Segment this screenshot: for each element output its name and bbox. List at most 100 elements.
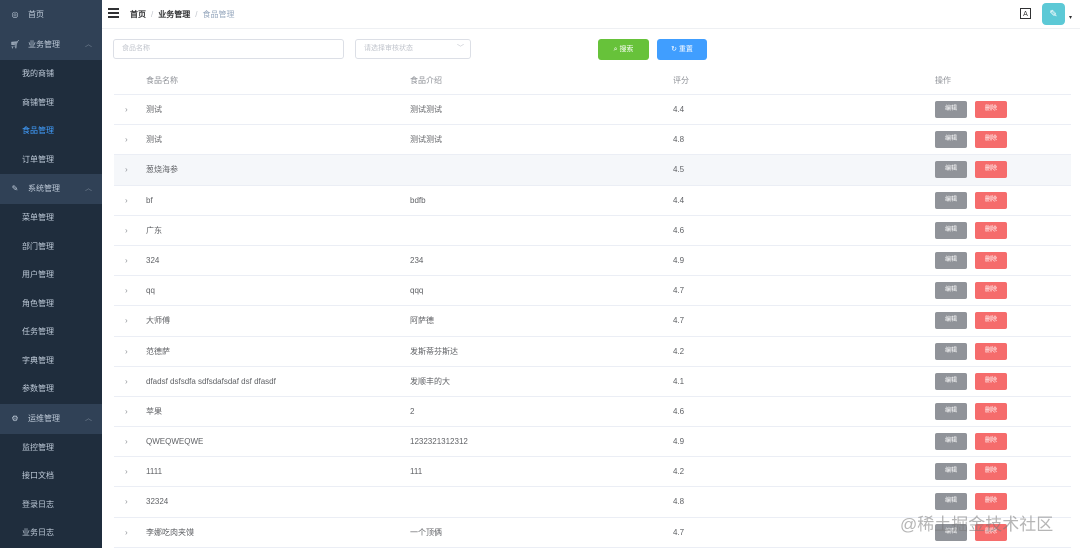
table-row: › 1111 111 4.2 编辑 删除 (114, 457, 1071, 488)
table-row: › 大师傅 阿萨德 4.7 编辑 删除 (114, 306, 1071, 337)
score-cell: 4.9 (673, 437, 685, 447)
food-intro-cell: 阿萨德 (410, 316, 434, 326)
delete-button[interactable]: 删除 (975, 282, 1007, 300)
expand-icon[interactable]: › (125, 397, 128, 426)
sidebar-item-food-management[interactable]: 食品管理 (0, 117, 102, 146)
score-cell: 4.4 (673, 195, 685, 205)
delete-button[interactable]: 删除 (975, 312, 1007, 330)
audit-status-select[interactable]: 请选择审核状态 ﹀ (355, 39, 471, 59)
edit-button[interactable]: 编辑 (935, 282, 967, 300)
reset-button[interactable]: ↻ 重置 (657, 39, 707, 60)
food-name-cell: 1111 (146, 467, 163, 477)
edit-button[interactable]: 编辑 (935, 372, 967, 390)
sidebar-item-shop-management[interactable]: 商铺管理 (0, 88, 102, 117)
delete-button[interactable]: 删除 (975, 131, 1007, 149)
expand-icon[interactable]: › (125, 276, 128, 305)
food-name-cell: 测试 (146, 105, 162, 114)
language-icon[interactable]: A (1020, 8, 1031, 19)
navbar: 首页 / 业务管理 / 食品管理 A ✎ ▾ (102, 0, 1080, 29)
edit-button[interactable]: 编辑 (935, 101, 967, 118)
watermark: @稀土掘金技术社区 (900, 515, 1054, 534)
delete-button[interactable]: 删除 (975, 342, 1007, 360)
food-intro-cell: 测试测试 (410, 135, 442, 145)
table-row: › 葱烧海参 4.5 编辑 删除 (114, 155, 1071, 186)
food-name-input[interactable]: 食品名称 (113, 39, 344, 59)
breadcrumb-item[interactable]: 首页 (130, 10, 146, 19)
edit-button[interactable]: 编辑 (935, 312, 967, 330)
edit-button[interactable]: 编辑 (935, 493, 967, 511)
table-row: › 324 234 4.9 编辑 删除 (114, 246, 1071, 277)
sidebar-item-task[interactable]: 任务管理 (0, 318, 102, 347)
table-row: › bf bdfb 4.4 编辑 删除 (114, 186, 1071, 216)
delete-button[interactable]: 删除 (975, 191, 1007, 209)
score-cell: 4.1 (673, 376, 685, 386)
sidebar-item-my-shop[interactable]: 我的商铺 (0, 60, 102, 89)
expand-icon[interactable]: › (125, 487, 128, 516)
food-name-cell: 苹果 (146, 406, 162, 416)
table-row: › dfadsf dsfsdfa sdfsdafsdaf dsf dfasdf 发顺… (114, 367, 1071, 397)
hamburger-icon[interactable] (108, 8, 119, 18)
table-row: › 广东 4.6 编辑 删除 (114, 216, 1071, 246)
score-cell: 4.7 (673, 316, 685, 326)
sidebar-item-menu[interactable]: 菜单管理 (0, 204, 102, 233)
delete-button[interactable]: 删除 (975, 433, 1007, 451)
edit-button[interactable]: 编辑 (935, 433, 967, 451)
food-intro-cell: qqq (410, 286, 424, 296)
sidebar-item-department[interactable]: 部门管理 (0, 232, 102, 261)
sidebar-group-ops[interactable]: ⚙ 运维管理 ︿ (0, 404, 102, 434)
sidebar-item-user[interactable]: 用户管理 (0, 261, 102, 290)
expand-icon[interactable]: › (125, 155, 128, 184)
food-intro-cell: 234 (410, 255, 424, 265)
sidebar-item-dictionary[interactable]: 字典管理 (0, 346, 102, 375)
sidebar: ◎ 首页 🛒︎ 业务管理 ︿ 我的商铺 商铺管理 食品管理 订单管理 ✎ 系统管… (0, 0, 102, 548)
expand-icon[interactable]: › (125, 246, 128, 275)
expand-icon[interactable]: › (125, 367, 128, 396)
caret-down-icon[interactable]: ▾ (1069, 14, 1072, 21)
breadcrumb-item[interactable]: 业务管理 (158, 10, 190, 19)
sidebar-group-business[interactable]: 🛒︎ 业务管理 ︿ (0, 30, 102, 60)
sidebar-item-role[interactable]: 角色管理 (0, 289, 102, 318)
breadcrumb: 首页 / 业务管理 / 食品管理 (130, 10, 235, 19)
expand-icon[interactable]: › (125, 457, 128, 486)
expand-icon[interactable]: › (125, 95, 128, 124)
sidebar-group-system[interactable]: ✎ 系统管理 ︿ (0, 174, 102, 204)
edit-button[interactable]: 编辑 (935, 463, 967, 481)
edit-button[interactable]: 编辑 (935, 342, 967, 360)
sidebar-item-api-docs[interactable]: 接口文档 (0, 462, 102, 491)
expand-icon[interactable]: › (125, 125, 128, 154)
sidebar-item-order-management[interactable]: 订单管理 (0, 145, 102, 174)
edit-button[interactable]: 编辑 (935, 191, 967, 209)
sidebar-item-monitor[interactable]: 监控管理 (0, 433, 102, 462)
table-row: › 范德萨 发斯蒂芬斯达 4.2 编辑 删除 (114, 337, 1071, 367)
delete-button[interactable]: 删除 (975, 101, 1007, 118)
sidebar-item-login-log[interactable]: 登录日志 (0, 490, 102, 519)
sidebar-item-business-log[interactable]: 业务日志 (0, 519, 102, 548)
expand-icon[interactable]: › (125, 306, 128, 335)
sidebar-item-parameter[interactable]: 参数管理 (0, 375, 102, 404)
expand-icon[interactable]: › (125, 518, 128, 547)
delete-button[interactable]: 删除 (975, 221, 1007, 239)
food-name-cell: 测试 (146, 135, 162, 145)
expand-icon[interactable]: › (125, 427, 128, 456)
food-name-cell: bf (146, 195, 153, 205)
food-intro-cell: 1232321312312 (410, 437, 468, 447)
sidebar-item-home[interactable]: ◎ 首页 (0, 0, 102, 30)
expand-icon[interactable]: › (125, 337, 128, 366)
delete-button[interactable]: 删除 (975, 161, 1007, 179)
chevron-down-icon: ﹀ (457, 45, 464, 52)
edit-button[interactable]: 编辑 (935, 402, 967, 420)
delete-button[interactable]: 删除 (975, 402, 1007, 420)
expand-icon[interactable]: › (125, 216, 128, 245)
food-name-cell: 广东 (146, 225, 162, 235)
expand-icon[interactable]: › (125, 186, 128, 215)
delete-button[interactable]: 删除 (975, 463, 1007, 481)
edit-button[interactable]: 编辑 (935, 161, 967, 179)
avatar[interactable]: ✎ (1042, 3, 1065, 25)
delete-button[interactable]: 删除 (975, 493, 1007, 511)
delete-button[interactable]: 删除 (975, 372, 1007, 390)
delete-button[interactable]: 删除 (975, 251, 1007, 269)
search-button[interactable]: ⌕ 搜索 (598, 39, 649, 60)
edit-button[interactable]: 编辑 (935, 131, 967, 149)
edit-button[interactable]: 编辑 (935, 221, 967, 239)
edit-button[interactable]: 编辑 (935, 251, 967, 269)
